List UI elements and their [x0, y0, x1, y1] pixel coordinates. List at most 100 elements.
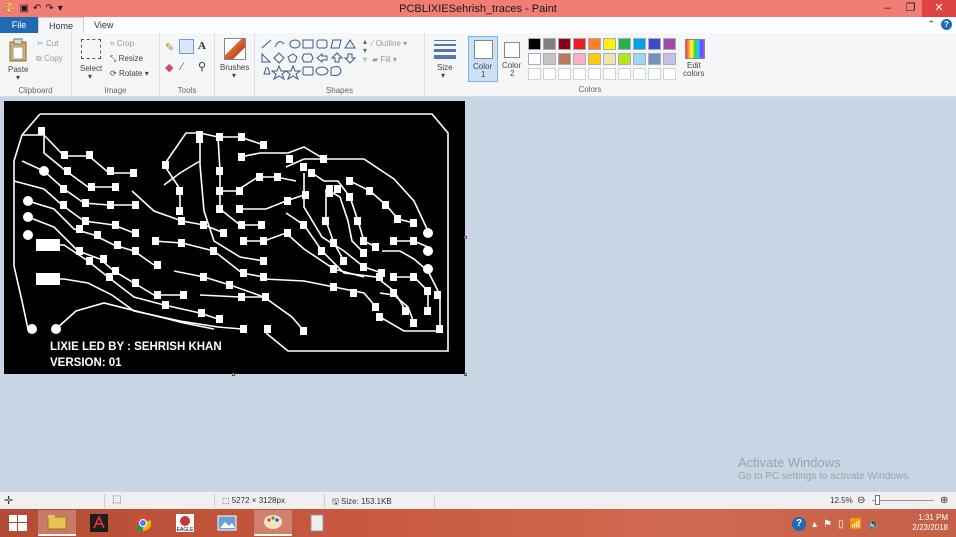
- acrobat-button[interactable]: [82, 510, 116, 536]
- minimize-button[interactable]: –: [876, 0, 899, 17]
- color1-button[interactable]: Color 1: [468, 36, 498, 82]
- palette-color-swatch[interactable]: [618, 53, 631, 65]
- drawing-canvas[interactable]: LIXIE LED BY : SEHRISH KHAN VERSION: 01: [4, 101, 465, 374]
- color-picker-icon[interactable]: ⁄: [181, 61, 183, 73]
- palette-color-swatch[interactable]: [603, 38, 616, 50]
- size-button[interactable]: Size ▾: [425, 33, 465, 97]
- edit-colors-label-2: colors: [683, 69, 705, 78]
- resize-handle-bottom[interactable]: [232, 373, 235, 376]
- paint-button[interactable]: [254, 510, 292, 536]
- folder-icon: [47, 515, 67, 530]
- palette-color-swatch[interactable]: [588, 38, 601, 50]
- palette-custom-slot[interactable]: [648, 68, 661, 80]
- photos-button[interactable]: [210, 510, 244, 536]
- crop-button[interactable]: ⌗ Crop: [110, 39, 134, 49]
- palette-color-swatch[interactable]: [543, 38, 556, 50]
- maximize-button[interactable]: ❐: [899, 0, 922, 17]
- outline-button[interactable]: ⁄ Outline ▾: [372, 39, 407, 48]
- system-tray: ? ▴ ⚑ ▯ 📶 🔈: [792, 517, 880, 531]
- eagle-button[interactable]: EAGLE: [168, 510, 202, 536]
- ribbon: Paste ▾ ✂ Cut ⧉ Copy Clipboard Select ▾ …: [0, 33, 956, 97]
- palette-custom-slot[interactable]: [558, 68, 571, 80]
- palette-color-swatch[interactable]: [558, 38, 571, 50]
- palette-custom-slot[interactable]: [528, 68, 541, 80]
- image-dimensions: ⬚ 5272 × 3128px: [222, 496, 285, 505]
- edit-colors-button[interactable]: Edit colors: [682, 36, 710, 82]
- show-hidden-icons[interactable]: ▴: [812, 519, 817, 530]
- palette-color-swatch[interactable]: [603, 53, 616, 65]
- redo-icon[interactable]: ↷: [45, 2, 53, 16]
- close-button[interactable]: ✕: [922, 0, 956, 17]
- documents-button[interactable]: [300, 510, 334, 536]
- palette-color-swatch[interactable]: [648, 38, 661, 50]
- flag-icon[interactable]: ⚑: [823, 519, 832, 530]
- palette-custom-slot[interactable]: [633, 68, 646, 80]
- brushes-group[interactable]: Brushes ▾: [215, 33, 255, 97]
- palette-color-swatch[interactable]: [528, 38, 541, 50]
- clipboard-group: Paste ▾ ✂ Cut ⧉ Copy Clipboard: [0, 33, 72, 97]
- zoom-slider[interactable]: [872, 495, 934, 505]
- palette-color-swatch[interactable]: [663, 53, 676, 65]
- shapes-scroll-icon[interactable]: ▴ ▾ ▿: [363, 37, 367, 64]
- clock-date: 2/23/2018: [912, 523, 948, 532]
- palette-custom-slot[interactable]: [663, 68, 676, 80]
- palette-color-swatch[interactable]: [588, 53, 601, 65]
- customize-qat-icon[interactable]: ▾: [58, 2, 63, 16]
- palette-color-swatch[interactable]: [558, 53, 571, 65]
- tab-home[interactable]: Home: [38, 17, 85, 33]
- magnifier-icon[interactable]: ⚲: [198, 60, 206, 73]
- palette-custom-slot[interactable]: [618, 68, 631, 80]
- palette-color-swatch[interactable]: [633, 53, 646, 65]
- palette-color-swatch[interactable]: [573, 53, 586, 65]
- help-icon[interactable]: ?: [941, 19, 952, 30]
- tab-file[interactable]: File: [0, 17, 38, 33]
- palette-color-swatch[interactable]: [633, 38, 646, 50]
- select-dropdown-icon: ▾: [88, 72, 93, 81]
- palette-custom-slot[interactable]: [603, 68, 616, 80]
- tab-view[interactable]: View: [84, 17, 123, 33]
- palette-custom-slot[interactable]: [543, 68, 556, 80]
- pcb-label-line1: LIXIE LED BY : SEHRISH KHAN: [50, 341, 222, 353]
- shapes-gallery[interactable]: [260, 38, 368, 82]
- collapse-ribbon-icon[interactable]: ⌃: [927, 19, 935, 30]
- network-icon[interactable]: 📶: [850, 519, 862, 530]
- zoom-slider-thumb[interactable]: [875, 495, 880, 505]
- cut-button[interactable]: ✂ Cut: [37, 39, 58, 48]
- select-rectangle-icon: [81, 39, 101, 59]
- copy-button[interactable]: ⧉ Copy: [36, 54, 63, 64]
- tray-help-icon[interactable]: ?: [792, 517, 806, 531]
- palette-color-swatch[interactable]: [543, 53, 556, 65]
- fill-button[interactable]: ▰ Fill ▾: [372, 55, 397, 64]
- undo-icon[interactable]: ↶: [33, 2, 41, 16]
- palette-color-swatch[interactable]: [663, 38, 676, 50]
- palette-custom-slot[interactable]: [588, 68, 601, 80]
- palette-color-swatch[interactable]: [618, 38, 631, 50]
- resize-handle-right[interactable]: [464, 236, 467, 239]
- pencil-icon[interactable]: ✎: [165, 41, 174, 54]
- chrome-icon: [135, 515, 152, 532]
- color2-button[interactable]: Color 2: [500, 36, 526, 82]
- rotate-button[interactable]: ⟳ Rotate ▾: [110, 69, 149, 78]
- resize-button[interactable]: ⤡ Resize: [110, 54, 143, 64]
- paste-button[interactable]: Paste ▾: [4, 36, 32, 82]
- palette-color-swatch[interactable]: [528, 53, 541, 65]
- fill-bucket-icon[interactable]: [179, 39, 194, 54]
- zoom-in-button[interactable]: ⊕: [940, 495, 948, 506]
- ribbon-tabs: File Home View ⌃ ?: [0, 17, 956, 33]
- volume-icon[interactable]: 🔈: [868, 519, 880, 530]
- zoom-out-button[interactable]: ⊖: [857, 495, 865, 506]
- palette-custom-slot[interactable]: [573, 68, 586, 80]
- text-tool-icon[interactable]: A: [198, 40, 206, 52]
- clock-time: 1:31 PM: [918, 513, 948, 522]
- save-icon[interactable]: ▣: [19, 2, 28, 16]
- palette-color-swatch[interactable]: [648, 53, 661, 65]
- resize-handle-corner[interactable]: [464, 373, 467, 376]
- chrome-button[interactable]: [126, 510, 160, 536]
- eraser-icon[interactable]: ◆: [165, 61, 173, 74]
- select-button[interactable]: Select ▾: [78, 37, 104, 81]
- file-explorer-button[interactable]: [38, 510, 76, 536]
- clock[interactable]: 1:31 PM 2/23/2018: [912, 513, 948, 533]
- battery-icon[interactable]: ▯: [838, 519, 844, 530]
- start-button[interactable]: [2, 510, 34, 536]
- palette-color-swatch[interactable]: [573, 38, 586, 50]
